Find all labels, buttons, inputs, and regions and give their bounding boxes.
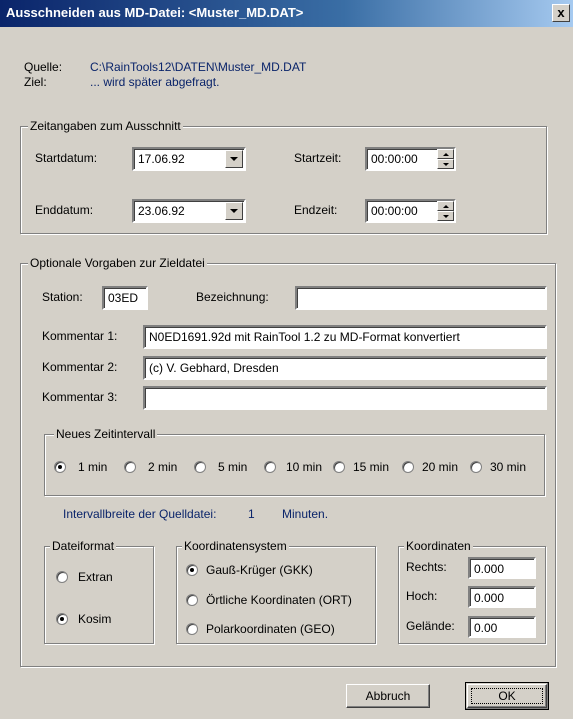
coordsys-option-ort[interactable]: Örtliche Koordinaten (ORT) bbox=[186, 592, 371, 608]
kommentar2-label: Kommentar 2: bbox=[42, 360, 118, 374]
hoch-label: Hoch: bbox=[406, 589, 438, 603]
coordsys-group-legend: Koordinatensystem bbox=[182, 539, 289, 553]
interval-label: 30 min bbox=[490, 460, 527, 474]
interval-group-legend: Neues Zeitintervall bbox=[54, 427, 158, 441]
rechts-field[interactable]: 0.000 bbox=[468, 557, 536, 579]
radio[interactable] bbox=[264, 461, 276, 473]
interval-label: 2 min bbox=[148, 460, 178, 474]
rechts-label: Rechts: bbox=[406, 560, 447, 574]
radio[interactable] bbox=[124, 461, 136, 473]
coordsys-label: Örtliche Koordinaten (ORT) bbox=[206, 593, 352, 607]
time-group bbox=[20, 126, 547, 234]
endzeit-label: Endzeit: bbox=[294, 203, 338, 217]
radio[interactable] bbox=[186, 594, 198, 606]
ok-button-label: OK bbox=[498, 689, 516, 703]
quelle-path: C:\RainTools12\DATEN\Muster_MD.DAT bbox=[90, 60, 307, 74]
interval-label: 5 min bbox=[218, 460, 248, 474]
radio-selected[interactable] bbox=[54, 461, 66, 473]
coordsys-label: Polarkoordinaten (GEO) bbox=[206, 622, 335, 636]
format-label: Kosim bbox=[78, 612, 112, 626]
spin-up-icon[interactable] bbox=[437, 201, 454, 211]
spin-down-icon[interactable] bbox=[437, 159, 454, 169]
format-group-legend: Dateiformat bbox=[50, 539, 117, 553]
source-interval-value: 1 bbox=[248, 507, 255, 521]
enddatum-combo[interactable]: 23.06.92 bbox=[132, 199, 246, 223]
interval-option-10min[interactable]: 10 min bbox=[264, 459, 334, 475]
startdatum-combo[interactable]: 17.06.92 bbox=[132, 147, 246, 171]
interval-label: 15 min bbox=[353, 460, 390, 474]
radio[interactable] bbox=[333, 461, 345, 473]
coordsys-option-geo[interactable]: Polarkoordinaten (GEO) bbox=[186, 621, 371, 637]
gelaende-field[interactable]: 0.00 bbox=[468, 616, 536, 638]
optional-group-legend: Optionale Vorgaben zur Zieldatei bbox=[28, 256, 207, 270]
interval-option-1min[interactable]: 1 min bbox=[54, 459, 118, 475]
time-group-legend: Zeitangaben zum Ausschnitt bbox=[28, 119, 183, 133]
coordsys-label: Gauß-Krüger (GKK) bbox=[206, 563, 313, 577]
spin-up-icon[interactable] bbox=[437, 149, 454, 159]
source-interval-unit: Minuten. bbox=[282, 507, 329, 521]
station-label: Station: bbox=[42, 290, 83, 304]
ziel-label: Ziel: bbox=[24, 75, 47, 89]
bezeichnung-field[interactable] bbox=[295, 286, 547, 310]
interval-option-5min[interactable]: 5 min bbox=[194, 459, 258, 475]
ok-button[interactable]: OK bbox=[465, 682, 549, 710]
source-interval-label: Intervallbreite der Quelldatei: bbox=[63, 507, 217, 521]
interval-option-2min[interactable]: 2 min bbox=[124, 459, 188, 475]
radio[interactable] bbox=[194, 461, 206, 473]
format-label: Extran bbox=[78, 570, 113, 584]
interval-label: 20 min bbox=[422, 460, 459, 474]
coordsys-option-gkk[interactable]: Gauß-Krüger (GKK) bbox=[186, 562, 371, 578]
interval-label: 1 min bbox=[78, 460, 108, 474]
startzeit-label: Startzeit: bbox=[294, 151, 342, 165]
enddatum-label: Enddatum: bbox=[35, 203, 94, 217]
interval-label: 10 min bbox=[286, 460, 323, 474]
kommentar3-field[interactable] bbox=[143, 386, 547, 410]
kommentar2-field[interactable]: (c) V. Gebhard, Dresden bbox=[143, 356, 547, 380]
coords-group-legend: Koordinaten bbox=[404, 539, 473, 553]
gelaende-label: Gelände: bbox=[406, 619, 455, 633]
radio[interactable] bbox=[402, 461, 414, 473]
ziel-value: ... wird später abgefragt. bbox=[90, 75, 220, 89]
radio[interactable] bbox=[470, 461, 482, 473]
kommentar1-field[interactable]: N0ED1691.92d mit RainTool 1.2 zu MD-Form… bbox=[143, 325, 547, 349]
quelle-label: Quelle: bbox=[24, 60, 63, 74]
interval-option-15min[interactable]: 15 min bbox=[333, 459, 403, 475]
cancel-button[interactable]: Abbruch bbox=[346, 684, 430, 708]
endzeit-spinner[interactable]: 00:00:00 bbox=[365, 199, 456, 223]
radio-selected[interactable] bbox=[56, 613, 68, 625]
bezeichnung-label: Bezeichnung: bbox=[196, 290, 269, 304]
startzeit-spinner[interactable]: 00:00:00 bbox=[365, 147, 456, 171]
hoch-field[interactable]: 0.000 bbox=[468, 586, 536, 608]
dropdown-arrow-icon[interactable] bbox=[225, 150, 243, 168]
radio[interactable] bbox=[56, 571, 68, 583]
radio-selected[interactable] bbox=[186, 564, 198, 576]
dropdown-arrow-icon[interactable] bbox=[225, 202, 243, 220]
kommentar1-label: Kommentar 1: bbox=[42, 329, 118, 343]
spin-down-icon[interactable] bbox=[437, 211, 454, 221]
station-field[interactable]: 03ED bbox=[102, 286, 148, 310]
startdatum-label: Startdatum: bbox=[35, 151, 98, 165]
interval-option-20min[interactable]: 20 min bbox=[402, 459, 472, 475]
format-group bbox=[44, 546, 154, 644]
close-icon[interactable]: x bbox=[552, 4, 570, 22]
window-title: Ausschneiden aus MD-Datei: <Muster_MD.DA… bbox=[6, 5, 304, 20]
format-option-extran[interactable]: Extran bbox=[56, 569, 146, 585]
kommentar3-label: Kommentar 3: bbox=[42, 390, 118, 404]
radio[interactable] bbox=[186, 623, 198, 635]
interval-option-30min[interactable]: 30 min bbox=[470, 459, 540, 475]
format-option-kosim[interactable]: Kosim bbox=[56, 611, 146, 627]
